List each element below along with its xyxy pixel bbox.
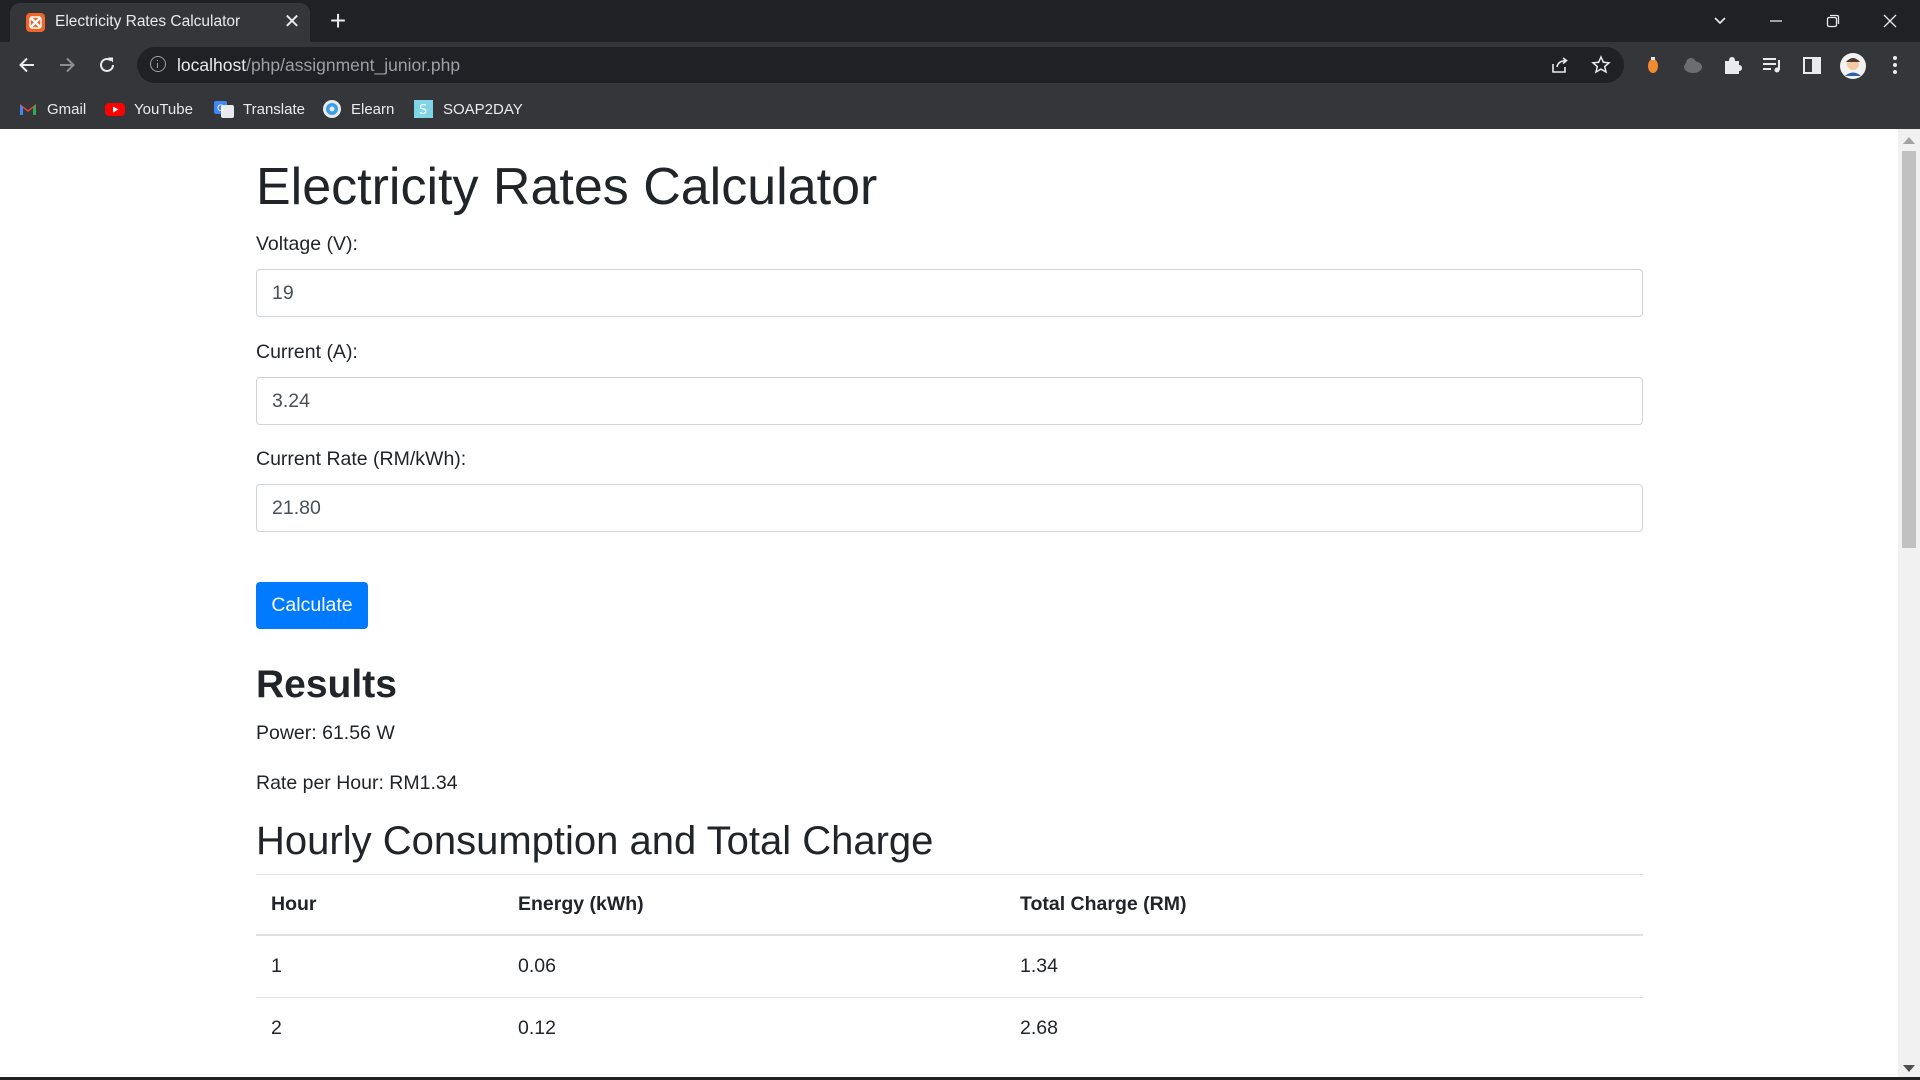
current-label: Current (A): (256, 341, 358, 363)
table-heading: Hourly Consumption and Total Charge (256, 819, 934, 863)
close-window-icon[interactable] (1870, 6, 1910, 36)
column-header: Hour (256, 874, 503, 936)
vertical-scrollbar[interactable] (1898, 129, 1920, 1080)
bookmark-youtube[interactable]: YouTube (105, 98, 193, 120)
voltage-input[interactable] (256, 269, 1643, 317)
rate-per-hour-result: Rate per Hour: RM1.34 (256, 772, 458, 794)
menu-kebab-icon[interactable] (1882, 52, 1908, 78)
bookmark-star-icon[interactable] (1591, 55, 1611, 75)
voltage-label: Voltage (V): (256, 233, 358, 255)
bookmark-soap2day[interactable]: S SOAP2DAY (414, 98, 523, 120)
elearn-icon (322, 100, 342, 118)
consumption-table: Hour Energy (kWh) Total Charge (RM) 1 0.… (256, 874, 1643, 1059)
side-panel-icon[interactable] (1799, 52, 1825, 78)
bookmark-elearn[interactable]: Elearn (322, 98, 394, 120)
url-text: localhost/php/assignment_junior.php (177, 55, 461, 75)
table-cell: 1 (256, 934, 503, 998)
minimize-icon[interactable] (1756, 6, 1796, 36)
column-header: Total Charge (RM) (1005, 874, 1643, 936)
results-heading: Results (256, 663, 397, 706)
forward-icon[interactable] (52, 50, 82, 80)
scrollbar-thumb[interactable] (1902, 151, 1916, 548)
table-cell: 2 (256, 997, 503, 1059)
gmail-icon (18, 100, 38, 118)
profile-avatar-icon[interactable] (1839, 52, 1866, 79)
youtube-icon (105, 100, 125, 118)
bookmark-translate[interactable]: G Translate (214, 98, 305, 120)
restore-icon[interactable] (1813, 6, 1853, 36)
tab-strip: Electricity Rates Calculator ✕ + (0, 0, 1920, 42)
table-cell: 2.68 (1005, 997, 1643, 1059)
table-cell: 0.12 (503, 997, 1005, 1059)
browser-tab[interactable]: Electricity Rates Calculator ✕ (10, 3, 310, 42)
column-header: Energy (kWh) (503, 874, 1005, 936)
table-cell: 0.06 (503, 934, 1005, 998)
extension-cloud-icon[interactable] (1680, 52, 1706, 78)
rate-label: Current Rate (RM/kWh): (256, 448, 467, 470)
table-cell: 1.34 (1005, 934, 1643, 998)
browser-chrome: Electricity Rates Calculator ✕ + localho (0, 0, 1920, 129)
soap2day-icon: S (414, 100, 434, 118)
rate-input[interactable] (256, 484, 1643, 532)
translate-icon: G (214, 100, 234, 118)
reload-icon[interactable] (92, 50, 122, 80)
scroll-down-arrow-icon[interactable] (1903, 1065, 1915, 1072)
new-tab-button[interactable]: + (324, 7, 352, 36)
extension-orange-icon[interactable] (1640, 52, 1666, 78)
bookmarks-bar: Gmail YouTube G Translate Elearn S SOAP2… (0, 88, 1920, 129)
svg-text:G: G (217, 104, 224, 114)
svg-text:S: S (419, 103, 427, 118)
page-content: Electricity Rates Calculator Voltage (V)… (0, 129, 1898, 1080)
close-tab-icon[interactable]: ✕ (280, 10, 304, 34)
tab-search-icon[interactable] (1700, 6, 1740, 36)
scroll-up-arrow-icon[interactable] (1903, 137, 1915, 144)
table-row: 1 0.06 1.34 (256, 934, 1643, 998)
table-header-row: Hour Energy (kWh) Total Charge (RM) (256, 874, 1643, 936)
site-info-icon[interactable] (150, 56, 166, 72)
extensions-puzzle-icon[interactable] (1720, 52, 1746, 78)
current-input[interactable] (256, 377, 1643, 425)
table-row: 2 0.12 2.68 (256, 997, 1643, 1059)
bookmark-gmail[interactable]: Gmail (18, 98, 86, 120)
calculate-button[interactable]: Calculate (256, 582, 368, 629)
xampp-icon (26, 13, 45, 32)
power-result: Power: 61.56 W (256, 722, 395, 744)
tab-title: Electricity Rates Calculator (55, 13, 241, 30)
browser-toolbar: localhost/php/assignment_junior.php (0, 42, 1920, 88)
page-title: Electricity Rates Calculator (256, 158, 878, 216)
address-bar[interactable]: localhost/php/assignment_junior.php (137, 47, 1624, 83)
share-icon[interactable] (1550, 55, 1570, 75)
media-queue-icon[interactable] (1759, 52, 1785, 78)
back-icon[interactable] (12, 50, 42, 80)
